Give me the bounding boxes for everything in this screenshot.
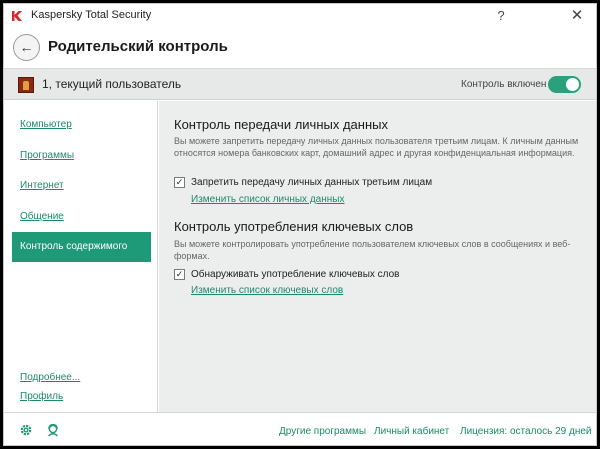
sidebar-item-programs[interactable]: Программы <box>20 150 74 161</box>
license-link[interactable]: Лицензия: осталось 29 дней <box>460 426 591 437</box>
app-title: Kaspersky Total Security <box>31 9 152 21</box>
gear-icon[interactable] <box>19 423 33 437</box>
section-desc-keywords: Вы можете контролировать употребление по… <box>174 239 571 261</box>
user-bar: 1, текущий пользователь Контроль включен <box>4 68 596 100</box>
main-panel: Контроль передачи личных данных Вы может… <box>159 101 596 412</box>
footer: Другие программы Личный кабинет Лицензия… <box>4 412 596 445</box>
help-button[interactable]: ? <box>491 7 511 25</box>
sidebar-item-content-control[interactable]: Контроль содержимого <box>12 232 151 262</box>
my-account-link[interactable]: Личный кабинет <box>374 426 449 437</box>
kaspersky-logo-icon <box>12 11 22 21</box>
toggle-knob <box>566 78 579 91</box>
more-info-link[interactable]: Подробнее... <box>20 372 80 383</box>
edit-personal-data-link[interactable]: Изменить список личных данных <box>191 194 344 205</box>
title-bar: Kaspersky Total Security ? ✕ <box>4 4 596 29</box>
sidebar-item-computer[interactable]: Компьютер <box>20 119 72 130</box>
other-programs-link[interactable]: Другие программы <box>279 426 366 437</box>
detect-keywords-label[interactable]: Обнаруживать употребление ключевых слов <box>191 269 399 280</box>
edit-keywords-link[interactable]: Изменить список ключевых слов <box>191 285 343 296</box>
block-personal-data-checkbox[interactable]: ✓ <box>174 177 185 188</box>
sidebar-item-internet[interactable]: Интернет <box>20 180 64 191</box>
block-personal-data-label[interactable]: Запретить передачу личных данных третьим… <box>191 177 432 188</box>
page-title: Родительский контроль <box>48 38 228 55</box>
control-status-label: Контроль включен <box>461 79 547 90</box>
close-button[interactable]: ✕ <box>567 7 587 25</box>
section-desc-personal-data: Вы можете запретить передачу личных данн… <box>174 136 579 158</box>
page-header: ← Родительский контроль <box>4 29 596 67</box>
section-title-personal-data: Контроль передачи личных данных <box>174 117 388 132</box>
sidebar-item-communication[interactable]: Общение <box>20 211 64 222</box>
back-button[interactable]: ← <box>13 34 40 61</box>
user-name: 1, текущий пользователь <box>42 77 182 91</box>
profile-link[interactable]: Профиль <box>20 391 63 402</box>
detect-keywords-checkbox[interactable]: ✓ <box>174 269 185 280</box>
support-icon[interactable] <box>46 423 60 437</box>
app-window: Kaspersky Total Security ? ✕ ← Родительс… <box>3 3 597 446</box>
control-toggle[interactable] <box>548 76 581 93</box>
sidebar: Компьютер Программы Интернет Общение Кон… <box>4 101 158 412</box>
user-avatar <box>18 77 34 93</box>
section-title-keywords: Контроль употребления ключевых слов <box>174 219 414 234</box>
